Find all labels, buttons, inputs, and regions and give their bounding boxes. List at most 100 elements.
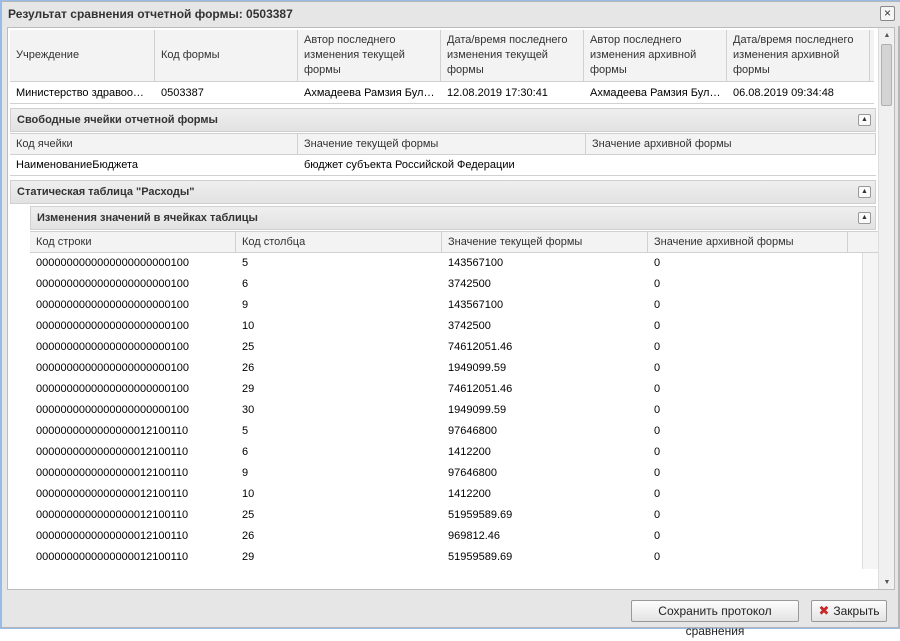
cell-current-value: 74612051.46 (448, 341, 513, 353)
changes-header: Код строки Код столбца Значение текущей … (30, 231, 879, 253)
scroll-thumb[interactable] (881, 44, 892, 106)
cell-current-value: бюджет субъекта Российской Федерации (304, 159, 515, 171)
cell-row-code: 0000000000000000012100110 (36, 488, 189, 500)
inner-scrollbar[interactable] (862, 253, 879, 569)
cell-row-code: 0000000000000000012100110 (36, 446, 189, 458)
table-row[interactable]: 0000000000000000000000100 26 1949099.59 0 (30, 358, 862, 379)
table-row[interactable]: 0000000000000000000000100 29 74612051.46 0 (30, 379, 862, 400)
close-icon[interactable]: × (880, 6, 895, 21)
table-row[interactable]: 0000000000000000000000100 10 3742500 0 (30, 316, 862, 337)
cell-current-value: 74612051.46 (448, 383, 513, 395)
free-cells-row[interactable]: НаименованиеБюджета бюджет субъекта Росс… (10, 155, 876, 176)
cell-archive-value: 0 (654, 383, 661, 395)
table-row[interactable]: 0000000000000000012100110 26 969812.46 0 (30, 526, 862, 547)
cell-code: НаименованиеБюджета (16, 159, 139, 171)
cell-col-code: 26 (242, 530, 255, 542)
cell-archive-value: 0 (654, 467, 661, 479)
cell-row-code: 0000000000000000012100110 (36, 425, 189, 437)
cell-col-code: 9 (242, 467, 249, 479)
col-header-current-author[interactable]: Автор последнего изменения текущей формы (298, 30, 441, 81)
table-row[interactable]: 0000000000000000000000100 9 143567100 0 (30, 295, 862, 316)
cell-current-value: 97646800 (448, 425, 497, 437)
cell-row-code: 0000000000000000000000100 (36, 362, 189, 374)
close-icon: ✖ (818, 603, 830, 618)
cell-row-code: 0000000000000000000000100 (36, 383, 189, 395)
table-row[interactable]: 0000000000000000000000100 6 3742500 0 (30, 274, 862, 295)
collapse-icon[interactable]: ▲ (858, 114, 871, 126)
col-header-archive-value[interactable]: Значение архивной формы (586, 134, 876, 154)
cell-current-value: 1412200 (448, 488, 491, 500)
save-protocol-button[interactable]: Сохранить протокол сравнения (631, 600, 799, 638)
cell-col-code: 29 (242, 551, 255, 563)
cell-col-code: 5 (242, 425, 249, 437)
scroll-down-icon[interactable]: ▼ (882, 578, 892, 588)
cell-row-code: 0000000000000000012100110 (36, 530, 189, 542)
cell-archive-value (586, 155, 876, 175)
cell-current-value: 143567100 (448, 299, 504, 311)
cell-archive-value: 0 (654, 404, 661, 416)
cell-col-code: 10 (242, 488, 255, 500)
title-bar: Результат сравнения отчетной формы: 0503… (2, 2, 900, 26)
col-header-archive-value[interactable]: Значение архивной формы (648, 232, 848, 252)
cell-current-value: 3742500 (448, 278, 491, 290)
summary-row[interactable]: Министерство здравоох… 0503387 Ахмадеева… (10, 82, 874, 104)
dialog-frame: Результат сравнения отчетной формы: 0503… (1, 1, 900, 638)
cell-row-code: 0000000000000000000000100 (36, 257, 189, 269)
cell-archive-value: 0 (648, 568, 848, 569)
changes-section-header: Изменения значений в ячейках таблицы ▲ (30, 206, 876, 230)
cell-current-value: 51959589.69 (448, 551, 513, 563)
cell-col-code: 9 (242, 299, 249, 311)
col-header-form-code[interactable]: Код формы (155, 30, 298, 81)
dialog-footer: Сохранить протокол сравнения ✖ Закрыть (2, 594, 900, 638)
vertical-scrollbar[interactable]: ▲ ▼ (878, 28, 894, 589)
col-header-current-value[interactable]: Значение текущей формы (298, 134, 586, 154)
col-header-archive-date[interactable]: Дата/время последнего изменения архивной… (727, 30, 870, 81)
collapse-icon[interactable]: ▲ (858, 186, 871, 198)
cell-archive-value: 0 (654, 530, 661, 542)
cell-current-date: 12.08.2019 17:30:41 (447, 87, 548, 99)
table-row[interactable]: 0000000000000000000000100 30 1949099.59 0 (30, 400, 862, 421)
table-row[interactable]: 0000000000000000012100110 5 97646800 0 (30, 421, 862, 442)
collapse-icon[interactable]: ▲ (858, 212, 871, 224)
cell-row-code: 0000000000000000000000100 (36, 341, 189, 353)
table-row[interactable]: 0000000000000000012100110 6 1412200 0 (30, 442, 862, 463)
table-row[interactable]: 0000000000000000000000100 5 143567100 0 (30, 253, 862, 274)
col-header-archive-author[interactable]: Автор последнего изменения архивной форм… (584, 30, 727, 81)
cell-archive-value: 0 (654, 320, 661, 332)
dialog-window: Результат сравнения отчетной формы: 0503… (0, 0, 900, 638)
table-row[interactable]: 0000000000000000012100110 10 1412200 0 (30, 484, 862, 505)
cell-col-code: 6 (242, 278, 249, 290)
cell-col-code: 5 (242, 257, 249, 269)
changes-rows: 0000000000000000000000100 5 143567100 0 0000… (30, 253, 862, 569)
cell-col-code: 25 (242, 341, 255, 353)
summary-grid: Учреждение Код формы Автор последнего из… (10, 30, 874, 104)
table-row[interactable]: 0000000000000000012100110 25 51959589.69 0 (30, 505, 862, 526)
cell-current-value: 1949099.59 (448, 404, 507, 416)
table-row[interactable]: 0000000000000000012100110 9 97646800 0 (30, 463, 862, 484)
cell-row-code: 0000000000000000012100110 (36, 551, 189, 563)
cell-institution: Министерство здравоох… (16, 87, 150, 99)
free-cells-header: Код ячейки Значение текущей формы Значен… (10, 133, 876, 155)
col-header-cell-code[interactable]: Код ячейки (10, 134, 298, 154)
cell-row-code: 0000000000000000000000100 (36, 320, 189, 332)
col-header-institution[interactable]: Учреждение (10, 30, 155, 81)
scroll-up-icon[interactable]: ▲ (882, 31, 892, 41)
free-cells-title: Свободные ячейки отчетной формы (17, 114, 218, 126)
cell-col-code: 30 (242, 404, 255, 416)
col-header-current-value[interactable]: Значение текущей формы (442, 232, 648, 252)
col-header-row-code[interactable]: Код строки (30, 232, 236, 252)
summary-header: Учреждение Код формы Автор последнего из… (10, 30, 874, 82)
cell-current-value: 969812.46 (448, 530, 500, 542)
table-row[interactable]: 0000000000000000000000100 25 74612051.46 0 (30, 337, 862, 358)
col-header-current-date[interactable]: Дата/время последнего изменения текущей … (441, 30, 584, 81)
table-row[interactable]: 000000000000000001210011030969812.460 (30, 568, 862, 569)
static-table-section-header: Статическая таблица "Расходы" ▲ (10, 180, 876, 204)
cell-current-author: Ахмадеева Рамзия Бул… (304, 87, 435, 99)
col-header-col-code[interactable]: Код столбца (236, 232, 442, 252)
cell-current-value: 3742500 (448, 320, 491, 332)
close-button[interactable]: ✖ Закрыть (811, 600, 887, 622)
cell-row-code: 0000000000000000012100110 (30, 568, 236, 569)
cell-archive-value: 0 (654, 257, 661, 269)
cell-archive-value: 0 (654, 425, 661, 437)
table-row[interactable]: 0000000000000000012100110 29 51959589.69 0 (30, 547, 862, 568)
